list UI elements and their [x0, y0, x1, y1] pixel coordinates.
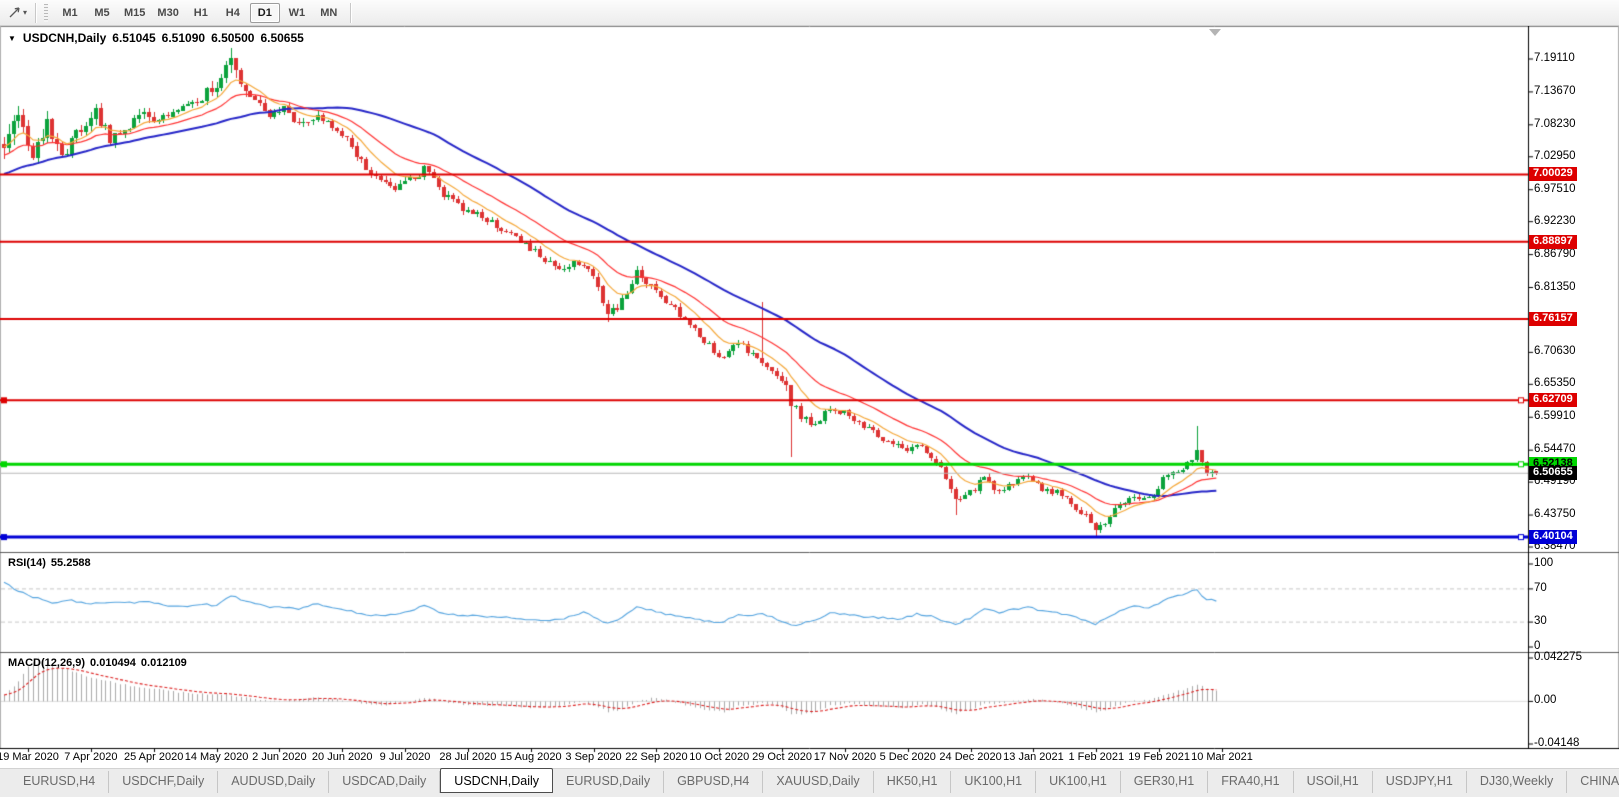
rsi-axis-tick: 30: [1534, 615, 1547, 628]
level-price-chip: 6.40104: [1529, 530, 1577, 545]
date-axis-label: 15 Aug 2020: [499, 751, 562, 763]
rsi-axis-tick: 70: [1534, 581, 1547, 594]
price-axis-tick: 7.13670: [1534, 84, 1576, 97]
chart-title: ▼ USDCNH,Daily 6.51045 6.51090 6.50500 6…: [8, 31, 304, 45]
macd-value: 0.010494: [90, 657, 136, 669]
macd-indicator-label: MACD(12,26,9) 0.010494 0.012109: [8, 657, 187, 669]
date-axis-label: 24 Dec 2020: [939, 751, 1002, 763]
tab-usoil-h1[interactable]: USOil,H1: [1294, 771, 1373, 793]
tab-usdchf-daily[interactable]: USDCHF,Daily: [109, 771, 219, 793]
macd-axis-tick: -0.04148: [1534, 737, 1580, 749]
date-axis-label: 5 Dec 2020: [879, 751, 936, 763]
tab-china300-h1[interactable]: CHINA300,H1: [1567, 771, 1619, 793]
macd-axis-tick: 0.042275: [1534, 651, 1582, 663]
timeframe-button-h4[interactable]: H4: [218, 3, 248, 23]
date-axis-label: 3 Sep 2020: [565, 751, 622, 763]
timeframe-button-m30[interactable]: M30: [152, 3, 183, 23]
tab-usdjpy-h1[interactable]: USDJPY,H1: [1373, 771, 1467, 793]
tab-eurusd-h4[interactable]: EURUSD,H4: [10, 771, 110, 793]
rsi-name: RSI(14): [8, 557, 46, 569]
price-axis-tick: 6.54470: [1534, 443, 1576, 456]
date-axis-label: 20 Jun 2020: [311, 751, 373, 763]
date-axis-label: 13 Jan 2021: [1003, 751, 1064, 763]
price-axis-tick: 7.08230: [1534, 117, 1576, 130]
quote-open: 6.51045: [112, 31, 156, 45]
chart-tab-bar: EURUSD,H4 USDCHF,Daily AUDUSD,Daily USDCAD,…: [0, 768, 1619, 797]
level-price-chip: 6.76157: [1529, 311, 1577, 326]
toolbar-grip[interactable]: [44, 3, 49, 22]
quote-close: 6.50655: [260, 31, 304, 45]
price-axis-tick: 6.92230: [1534, 214, 1576, 227]
rsi-indicator-label: RSI(14) 55.2588: [8, 557, 91, 569]
tab-hk50-h1[interactable]: HK50,H1: [874, 771, 952, 793]
tab-eurusd-daily[interactable]: EURUSD,Daily: [553, 771, 665, 793]
date-axis-label: 14 May 2020: [184, 751, 249, 763]
current-price-chip: 6.50655: [1529, 466, 1577, 481]
tab-fra40-h1[interactable]: FRA40,H1: [1208, 771, 1294, 793]
tab-uk100-h1[interactable]: UK100,H1: [951, 771, 1037, 793]
chevron-down-icon: ▾: [23, 8, 28, 17]
chart-shift-marker-icon[interactable]: [1209, 29, 1221, 36]
timeframe-button-m5[interactable]: M5: [87, 3, 117, 23]
timeframe-button-h1[interactable]: H1: [186, 3, 216, 23]
tab-audusd-daily[interactable]: AUDUSD,Daily: [218, 771, 330, 793]
tab-xauusd-daily[interactable]: XAUUSD,Daily: [763, 771, 874, 793]
date-axis-label: 10 Mar 2021: [1191, 751, 1253, 763]
level-price-chip: 6.62709: [1529, 393, 1577, 408]
tab-usdcad-daily[interactable]: USDCAD,Daily: [329, 771, 441, 793]
price-axis-tick: 6.86790: [1534, 247, 1576, 260]
date-axis-label: 19 Mar 2020: [0, 751, 59, 763]
timeframe-button-m1[interactable]: M1: [55, 3, 85, 23]
date-axis-label: 25 Apr 2020: [124, 751, 184, 763]
quote-low: 6.50500: [211, 31, 255, 45]
chart-canvas[interactable]: [0, 26, 1619, 756]
timeframe-button-w1[interactable]: W1: [282, 3, 312, 23]
timeframe-button-d1[interactable]: D1: [249, 2, 280, 23]
date-axis-label: 28 Jul 2020: [439, 751, 497, 763]
rsi-axis-tick: 100: [1534, 557, 1554, 569]
price-axis-tick: 7.19110: [1534, 52, 1575, 64]
chart-menu-triangle-icon[interactable]: ▼: [8, 34, 16, 43]
date-axis-label: 19 Feb 2021: [1128, 751, 1190, 763]
timeframe-button-mn[interactable]: MN: [314, 3, 344, 23]
toolbar-separator: [35, 2, 38, 23]
timeframe-button-m15[interactable]: M15: [119, 3, 150, 23]
price-axis-tick: 6.43750: [1534, 508, 1576, 521]
rsi-value: 55.2588: [50, 557, 91, 569]
price-axis-tick: 6.81350: [1534, 280, 1576, 293]
date-axis-label: 1 Feb 2021: [1068, 751, 1125, 763]
macd-axis-tick: 0.00: [1534, 694, 1557, 707]
tab-uk100-h1[interactable]: UK100,H1: [1036, 771, 1121, 793]
level-price-chip: 7.00029: [1529, 167, 1577, 182]
tab-gbpusd-h4[interactable]: GBPUSD,H4: [664, 771, 764, 793]
chart-symbol-period: USDCNH,Daily: [22, 31, 107, 45]
quote-high: 6.51090: [161, 31, 206, 45]
chart-tabs: EURUSD,H4 USDCHF,Daily AUDUSD,Daily USDCAD,…: [10, 768, 1619, 793]
price-axis-tick: 6.70630: [1534, 345, 1576, 358]
price-axis-tick: 6.59910: [1534, 410, 1576, 423]
date-axis-label: 7 Apr 2020: [64, 751, 118, 763]
date-axis-label: 10 Oct 2020: [689, 751, 750, 763]
macd-name: MACD(12,26,9): [8, 657, 86, 669]
date-axis-label: 17 Nov 2020: [813, 751, 877, 763]
date-axis-label: 29 Oct 2020: [752, 751, 813, 763]
crosshair-cursor-icon: [9, 7, 20, 18]
price-axis-tick: 6.65350: [1534, 377, 1576, 390]
level-price-chip: 6.88897: [1529, 234, 1577, 249]
tab-dj30-weekly[interactable]: DJ30,Weekly: [1467, 771, 1568, 793]
price-axis-tick: 6.97510: [1534, 182, 1576, 195]
timeframe-button-group: M1 M5 M15 M30 H1 H4 D1 W1 MN: [54, 2, 345, 23]
tab-ger30-h1[interactable]: GER30,H1: [1121, 771, 1209, 793]
mt4-window: { "icons": { "title_marker": "▼", "toolb…: [0, 0, 1619, 797]
cursor-tool-button[interactable]: ▾: [4, 2, 30, 24]
toolbar-separator: [349, 2, 352, 23]
price-axis-tick: 7.02950: [1534, 149, 1576, 162]
date-axis-label: 9 Jul 2020: [379, 751, 431, 763]
date-axis-label: 22 Sep 2020: [625, 751, 688, 763]
date-axis-label: 2 Jun 2020: [252, 751, 307, 763]
macd-signal-value: 0.012109: [140, 657, 187, 669]
tab-usdcnh-daily[interactable]: USDCNH,Daily: [440, 768, 554, 793]
top-toolbar: ▾ M1 M5 M15 M30 H1 H4 D1 W1 MN: [0, 0, 1619, 26]
